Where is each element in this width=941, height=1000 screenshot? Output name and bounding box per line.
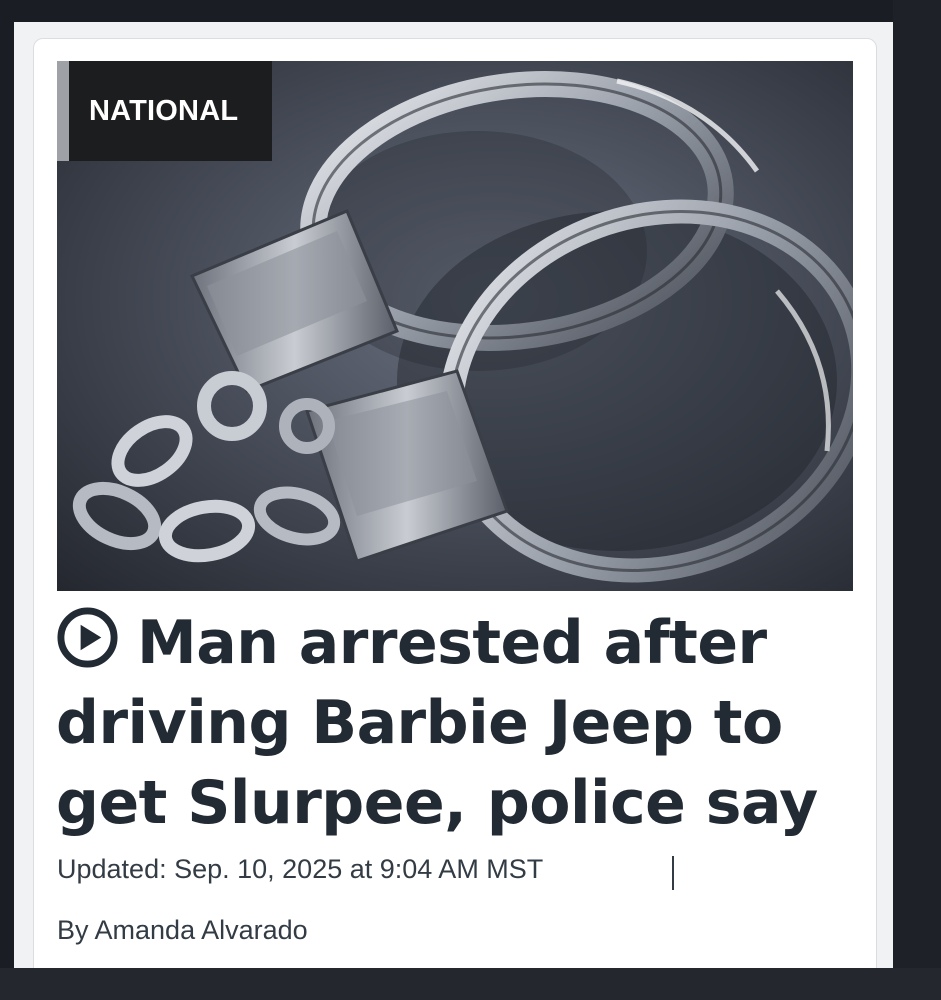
- story-headline[interactable]: Man arrested after driving Barbie Jeep t…: [56, 603, 856, 843]
- updated-timestamp: Updated: Sep. 10, 2025 at 9:04 AM MST: [57, 854, 544, 884]
- bottom-bar: [0, 968, 941, 1000]
- category-tag[interactable]: NATIONAL: [57, 61, 272, 161]
- meta-divider: [672, 856, 674, 890]
- play-circle-icon: [57, 607, 118, 668]
- page-gutter: [893, 0, 941, 968]
- category-label: NATIONAL: [89, 95, 239, 127]
- author-byline: By Amanda Alvarado: [57, 915, 308, 945]
- headline-text: Man arrested after driving Barbie Jeep t…: [56, 608, 818, 838]
